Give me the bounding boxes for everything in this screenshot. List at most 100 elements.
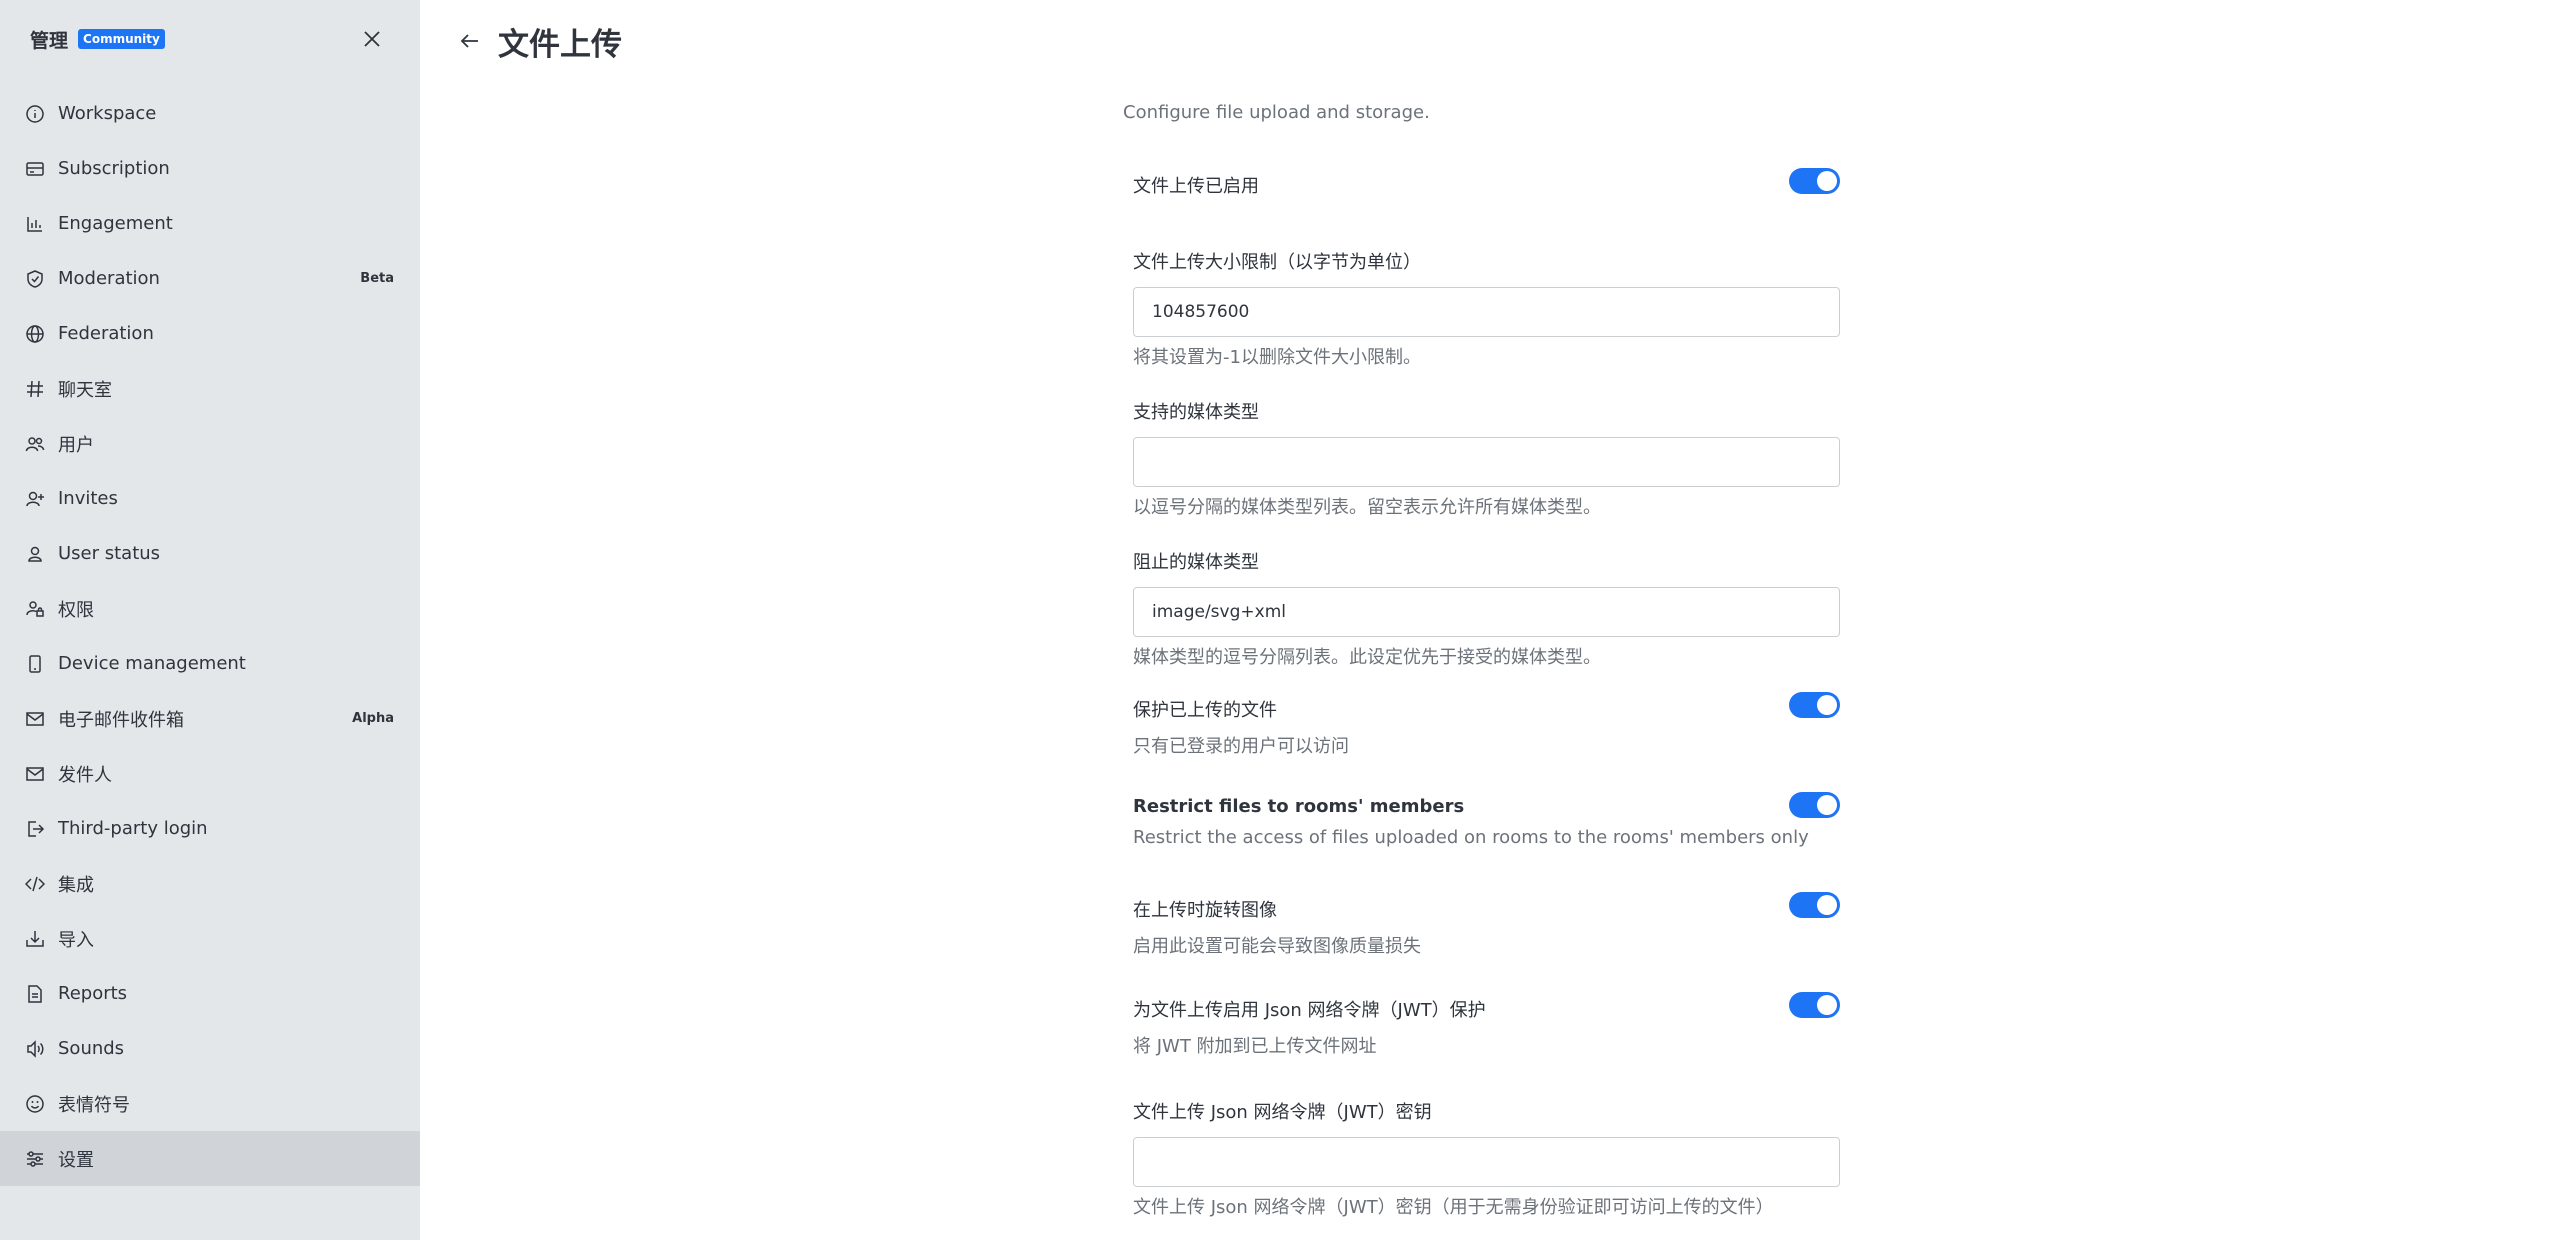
user-icon [24,543,46,565]
max-file-size-input[interactable]: 104857600 [1133,287,1840,337]
hashtag-icon [24,378,46,400]
setting-blocked-media-types: 阻止的媒体类型 image/svg+xml 媒体类型的逗号分隔列表。此设定优先于… [1133,548,1840,669]
mail-icon [24,763,46,785]
setting-file-upload-enabled: 文件上传已启用 [1133,168,1840,198]
emoji-icon [24,1093,46,1115]
sidebar-item-permissions[interactable]: 权限 [0,581,420,636]
protect-files-toggle[interactable] [1789,692,1840,718]
user-lock-icon [24,598,46,620]
sidebar-header: 管理 Community [0,0,420,78]
edition-badge: Community [78,29,165,49]
back-button[interactable] [454,25,486,57]
blocked-media-types-input[interactable]: image/svg+xml [1133,587,1840,637]
sidebar-item-email-inboxes[interactable]: 电子邮件收件箱 Alpha [0,691,420,746]
sidebar-item-federation[interactable]: Federation [0,306,420,361]
close-sidebar-button[interactable] [352,19,392,59]
setting-hint: 启用此设置可能会导致图像质量损失 [1133,936,1421,957]
sidebar-item-label: 电子邮件收件箱 [58,709,184,731]
sidebar-item-emoji[interactable]: 表情符号 [0,1076,420,1131]
import-icon [24,928,46,950]
sidebar-item-label: Sounds [58,1038,125,1059]
restrict-rooms-toggle[interactable] [1789,792,1840,818]
sidebar-item-label: 发件人 [58,764,112,786]
setting-jwt-enable: 为文件上传启用 Json 网络令牌（JWT）保护 将 JWT 附加到已上传文件网… [1133,992,1840,1058]
setting-label: 支持的媒体类型 [1133,402,1259,423]
sidebar-item-label: Invites [58,488,118,509]
sidebar-item-label: 导入 [58,929,94,951]
sidebar-item-engagement[interactable]: Engagement [0,196,420,251]
sound-icon [24,1038,46,1060]
sidebar-item-subscription[interactable]: Subscription [0,141,420,196]
sidebar-item-device-management[interactable]: Device management [0,636,420,691]
sidebar-item-integrations[interactable]: 集成 [0,856,420,911]
jwt-secret-input[interactable] [1133,1137,1840,1187]
sidebar-item-label: 用户 [58,434,94,456]
login-icon [24,818,46,840]
accepted-media-types-input[interactable] [1133,437,1840,487]
sidebar-item-settings[interactable]: 设置 [0,1131,420,1186]
sidebar-item-workspace[interactable]: Workspace [0,86,420,141]
sidebar-item-third-party-login[interactable]: Third-party login [0,801,420,856]
sidebar-item-import[interactable]: 导入 [0,911,420,966]
sidebar-item-senders[interactable]: 发件人 [0,746,420,801]
jwt-enable-toggle[interactable] [1789,992,1840,1018]
section-description: Configure file upload and storage. [1123,102,1430,123]
setting-hint: 只有已登录的用户可以访问 [1133,736,1349,757]
document-icon [24,983,46,1005]
sidebar-item-label: 集成 [58,874,94,896]
sidebar-item-invites[interactable]: Invites [0,471,420,526]
sidebar-item-label: Workspace [58,103,157,124]
bar-chart-icon [24,213,46,235]
setting-label: 文件上传已启用 [1133,176,1259,197]
file-upload-enabled-toggle[interactable] [1789,168,1840,194]
sidebar-item-moderation[interactable]: Moderation Beta [0,251,420,306]
card-icon [24,158,46,180]
setting-hint: 媒体类型的逗号分隔列表。此设定优先于接受的媒体类型。 [1133,647,1601,668]
setting-label: 为文件上传启用 Json 网络令牌（JWT）保护 [1133,1000,1486,1021]
sidebar-title: 管理 [30,29,69,52]
setting-max-file-size: 文件上传大小限制（以字节为单位） 104857600 将其设置为-1以删除文件大… [1133,248,1840,369]
sidebar-item-label: User status [58,543,161,564]
sidebar-item-label: Reports [58,983,128,1004]
setting-restrict-rooms: Restrict files to rooms' members Restric… [1133,792,1840,848]
setting-hint: 以逗号分隔的媒体类型列表。留空表示允许所有媒体类型。 [1133,497,1601,518]
sidebar-item-label: Third-party login [58,818,208,839]
setting-accepted-media-types: 支持的媒体类型 以逗号分隔的媒体类型列表。留空表示允许所有媒体类型。 [1133,398,1840,519]
sidebar-item-user-status[interactable]: User status [0,526,420,581]
setting-hint: Restrict the access of files uploaded on… [1133,827,1809,848]
setting-jwt-secret: 文件上传 Json 网络令牌（JWT）密钥 文件上传 Json 网络令牌（JWT… [1133,1098,1840,1219]
setting-hint: 文件上传 Json 网络令牌（JWT）密钥（用于无需身份验证即可访问上传的文件） [1133,1197,1774,1218]
sidebar-item-label: Device management [58,653,246,674]
beta-tag: Beta [360,271,394,286]
sidebar-item-label: Subscription [58,158,170,179]
user-plus-icon [24,488,46,510]
setting-rotate-images: 在上传时旋转图像 启用此设置可能会导致图像质量损失 [1133,892,1840,958]
sliders-icon [24,1148,46,1170]
sidebar-nav: Workspace Subscription Engagement Modera… [0,86,420,1186]
setting-protect-files: 保护已上传的文件 只有已登录的用户可以访问 [1133,692,1840,758]
globe-icon [24,323,46,345]
sidebar-item-label: 设置 [58,1149,94,1171]
setting-label: 在上传时旋转图像 [1133,900,1277,921]
mail-icon [24,708,46,730]
sidebar-item-label: Federation [58,323,154,344]
rotate-images-toggle[interactable] [1789,892,1840,918]
setting-label: 保护已上传的文件 [1133,700,1277,721]
info-circle-icon [24,103,46,125]
setting-hint: 将其设置为-1以删除文件大小限制。 [1133,347,1421,368]
sidebar-item-users[interactable]: 用户 [0,416,420,471]
sidebar-item-label: 表情符号 [58,1094,130,1116]
sidebar-item-label: Engagement [58,213,173,234]
close-icon [364,31,380,47]
sidebar-item-sounds[interactable]: Sounds [0,1021,420,1076]
mobile-icon [24,653,46,675]
page-header: 文件上传 [420,0,2550,82]
sidebar-item-rooms[interactable]: 聊天室 [0,361,420,416]
arrow-back-icon [460,34,478,48]
shield-icon [24,268,46,290]
setting-label: Restrict files to rooms' members [1133,796,1465,817]
code-icon [24,873,46,895]
team-icon [24,433,46,455]
sidebar-item-reports[interactable]: Reports [0,966,420,1021]
sidebar-item-label: 聊天室 [58,379,112,401]
